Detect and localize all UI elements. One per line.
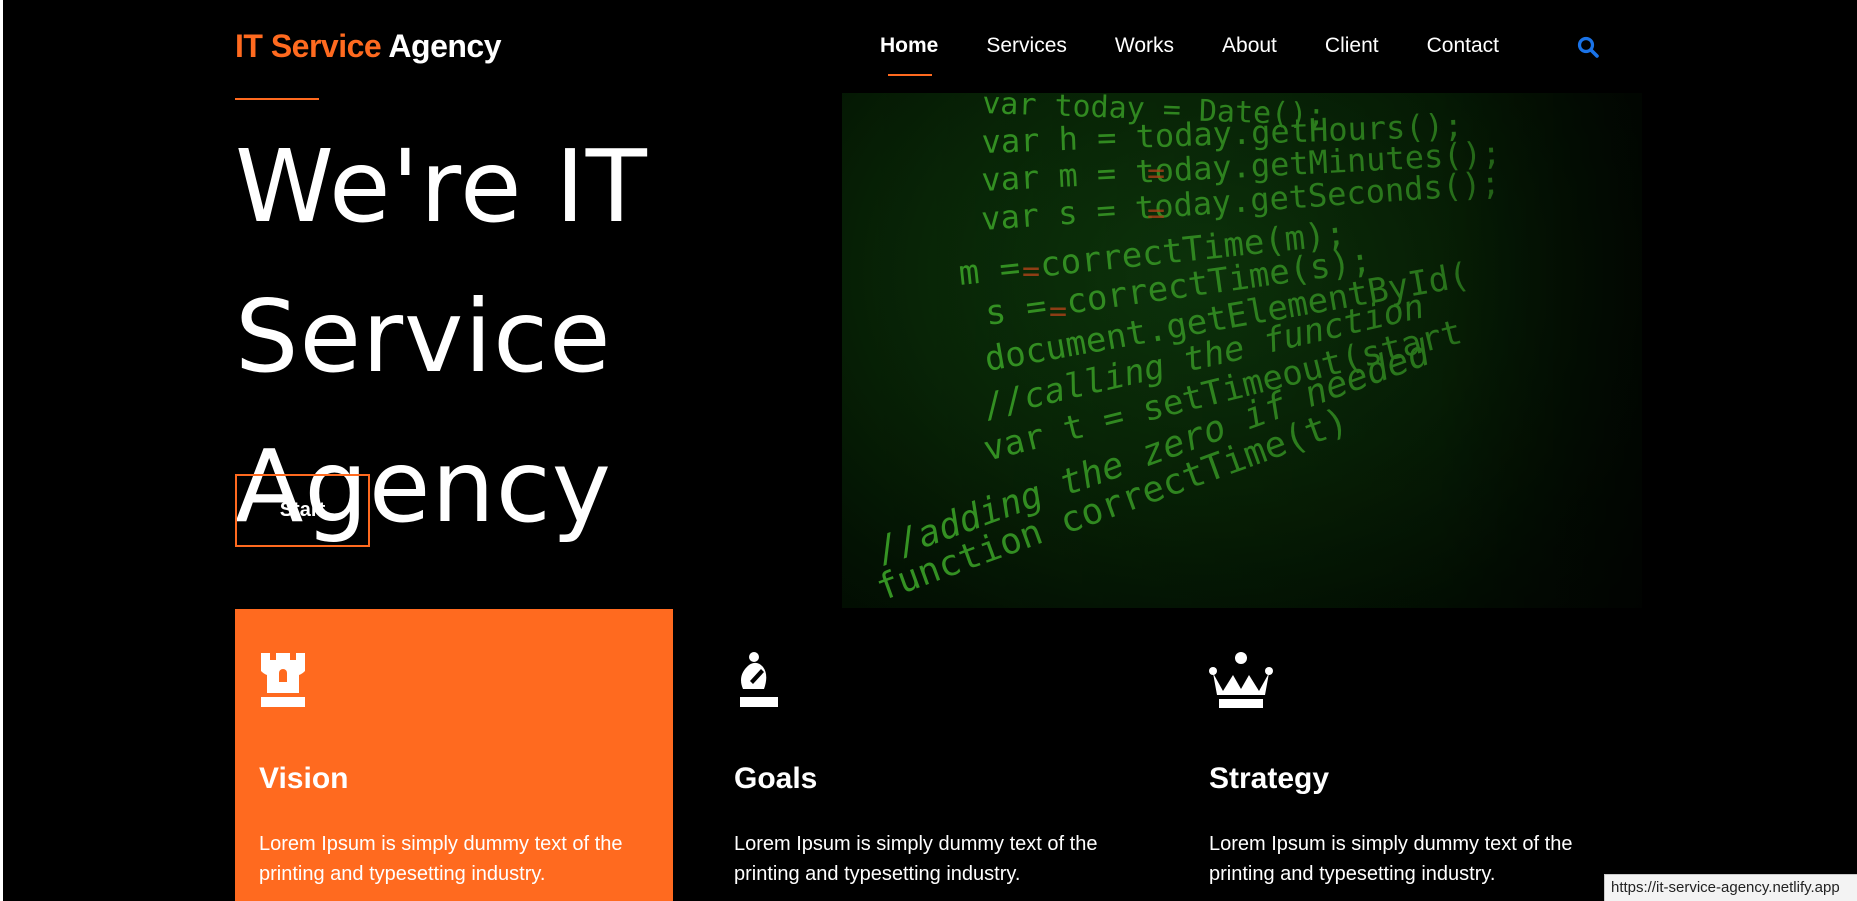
card-text: Lorem Ipsum is simply dummy text of the … [259, 833, 623, 885]
brand-accent-text: IT Service [235, 28, 382, 64]
nav-label: Services [986, 34, 1067, 57]
nav-label: Works [1114, 34, 1175, 57]
card-text: Lorem Ipsum is simply dummy text of the … [734, 833, 1098, 885]
nav-label: Client [1324, 34, 1379, 57]
hero-title-line1: We're IT Service [235, 128, 648, 395]
start-button[interactable]: Start [235, 474, 370, 547]
knight-icon [734, 651, 782, 711]
nav-item-works[interactable]: Works [1115, 34, 1174, 58]
card-title: Goals [734, 762, 818, 795]
nav-active-underline [888, 74, 932, 76]
rook-icon [259, 651, 307, 711]
card-title: Strategy [1209, 762, 1330, 795]
feature-card-vision: Vision Lorem Ipsum is simply dummy text … [235, 609, 673, 901]
main-nav: Home Services Works About Client Contact [880, 34, 1547, 76]
nav-item-home[interactable]: Home [880, 34, 939, 76]
nav-item-client[interactable]: Client [1325, 34, 1379, 58]
nav-label: Contact [1426, 34, 1499, 57]
nav-item-contact[interactable]: Contact [1427, 34, 1499, 58]
nav-label: Home [880, 34, 939, 57]
feature-card-strategy: Strategy Lorem Ipsum is simply dummy tex… [1185, 609, 1623, 901]
feature-card-goals: Goals Lorem Ipsum is simply dummy text o… [710, 609, 1148, 901]
nav-item-services[interactable]: Services [986, 34, 1067, 58]
brand-rest-text: Agency [388, 28, 501, 64]
nav-item-about[interactable]: About [1222, 34, 1277, 58]
card-text: Lorem Ipsum is simply dummy text of the … [1209, 833, 1573, 885]
search-icon[interactable] [1576, 35, 1600, 59]
hero-accent-rule [235, 98, 319, 100]
brand-logo[interactable]: IT Service Agency [235, 28, 501, 65]
window-edge [0, 0, 3, 901]
status-bar-url: https://it-service-agency.netlify.app [1604, 874, 1857, 901]
nav-label: About [1222, 34, 1277, 57]
crown-icon [1209, 651, 1273, 711]
card-title: Vision [259, 762, 349, 795]
